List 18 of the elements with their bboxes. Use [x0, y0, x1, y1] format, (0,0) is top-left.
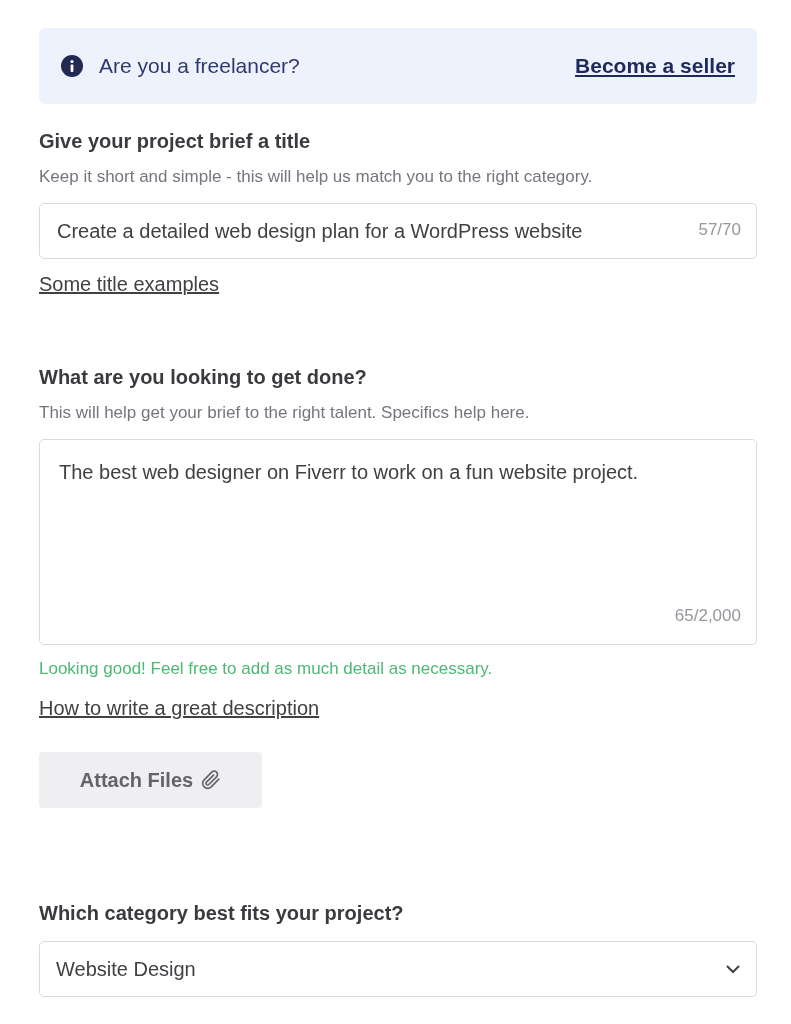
attach-files-button[interactable]: Attach Files: [39, 752, 262, 808]
chevron-down-icon: [726, 964, 740, 974]
field-hint: Keep it short and simple - this will help us match you to the right category.: [39, 167, 593, 187]
field-hint: This will help get your brief to the right talent. Specifics help here.: [39, 403, 530, 423]
field-label: Which category best fits your project?: [39, 902, 404, 925]
become-seller-link[interactable]: Become a seller: [575, 54, 735, 78]
character-counter: 57/70: [698, 220, 741, 240]
category-select[interactable]: Website Design: [39, 941, 757, 997]
paperclip-icon: [201, 770, 222, 790]
info-icon: [61, 55, 83, 77]
field-label: What are you looking to get done?: [39, 366, 367, 389]
field-label: Give your project brief a title: [39, 130, 311, 153]
character-counter: 65/2,000: [674, 606, 741, 626]
description-guide-link[interactable]: How to write a great description: [39, 697, 320, 720]
title-examples-link[interactable]: Some title examples: [39, 273, 220, 296]
selected-value: Website Design: [56, 957, 196, 981]
validation-message: Looking good! Feel free to add as much detail as necessary.: [39, 659, 493, 679]
banner-text: Are you a freelancer?: [99, 54, 301, 78]
